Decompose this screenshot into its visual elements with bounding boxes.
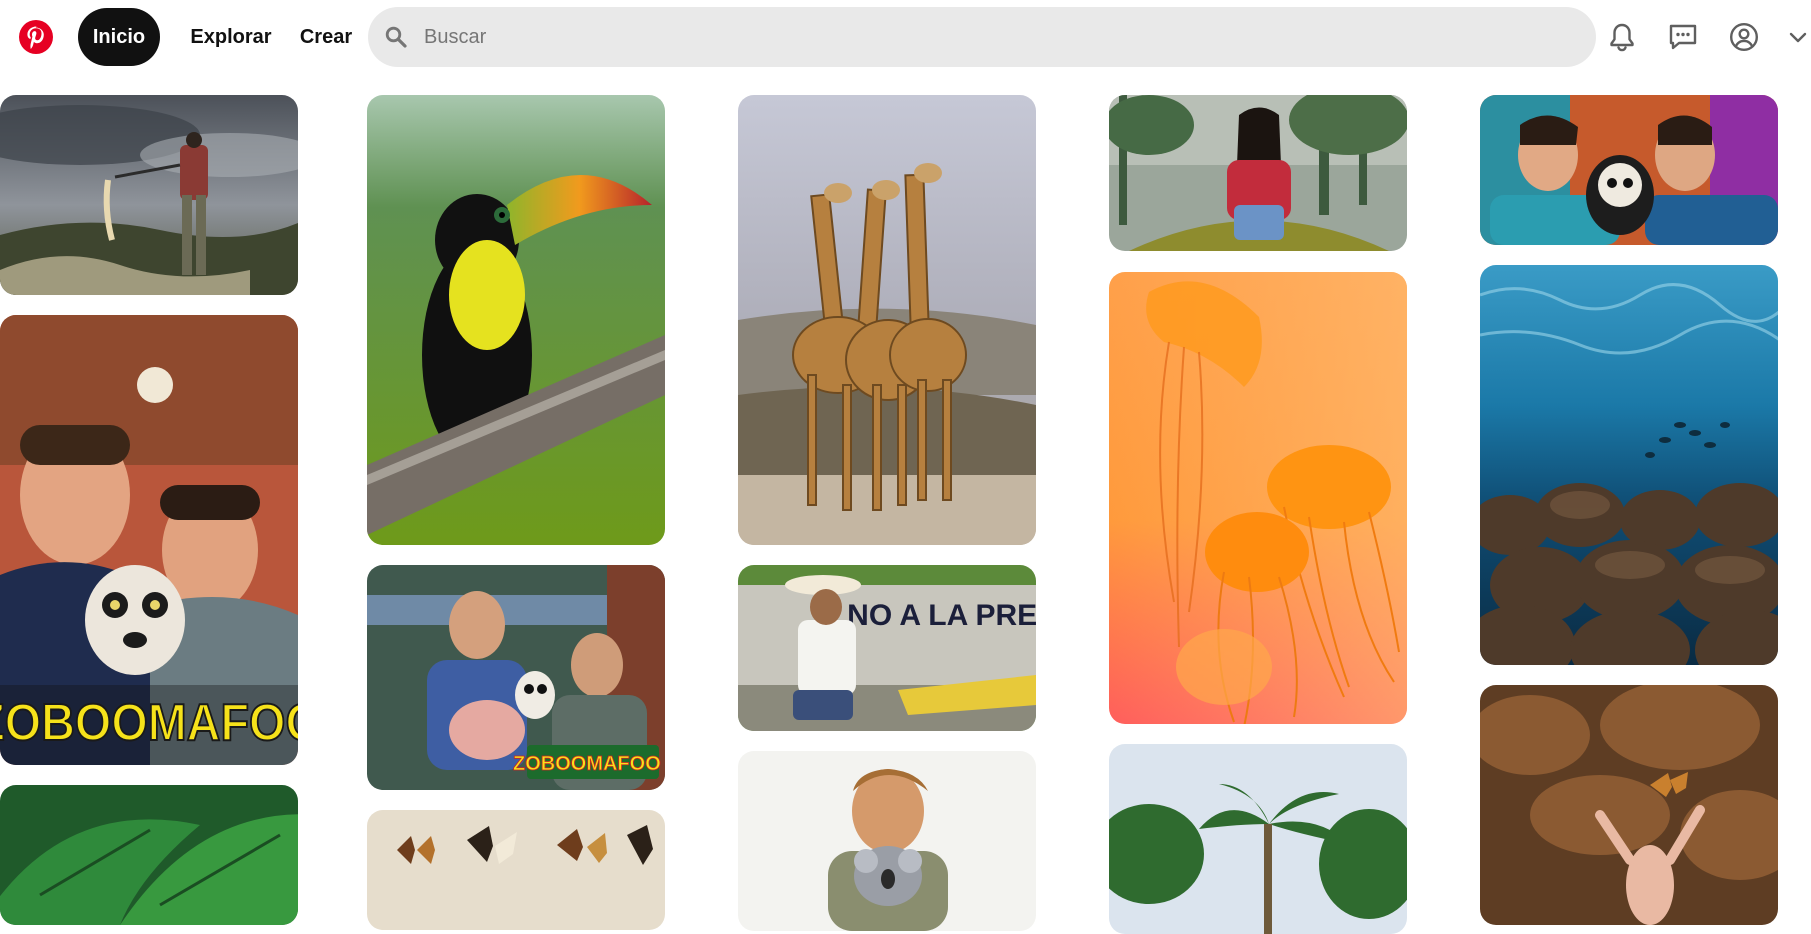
search-bar[interactable] [368, 7, 1596, 67]
pinterest-logo-icon[interactable] [18, 19, 54, 55]
pin-image [0, 95, 298, 295]
pin-butterflies[interactable] [367, 810, 665, 930]
pin-image [738, 95, 1036, 545]
pin-image [0, 785, 298, 925]
pin-image [738, 751, 1036, 931]
pin-palm-trees[interactable] [1109, 744, 1407, 934]
pin-monstera-leaf[interactable] [0, 785, 298, 925]
pin-protest-sign[interactable]: NO A LA PRESA [738, 565, 1036, 731]
search-input[interactable] [424, 7, 1564, 67]
pin-image [1480, 685, 1778, 925]
zoboomafoo-logo-text: ZOBOOMAFOO ! [513, 753, 665, 775]
pin-image: ZOBOOMAFOO [0, 315, 298, 765]
profile-avatar-icon[interactable] [1726, 19, 1762, 55]
notifications-bell-icon[interactable] [1604, 19, 1640, 55]
pin-jellyfish[interactable] [1109, 272, 1407, 724]
pin-toucan[interactable] [367, 95, 665, 545]
nav-create-button[interactable]: Crear [292, 8, 360, 66]
pin-image [1109, 272, 1407, 724]
protest-sign-text: NO A LA PRESA [847, 599, 1036, 632]
pin-zoboomafoo-hosts[interactable]: ZOBOOMAFOO ! [367, 565, 665, 790]
top-navigation-bar: Inicio Explorar Crear [0, 0, 1811, 74]
pin-image: NO A LA PRESA [738, 565, 1036, 731]
pin-zoboomafoo-poster[interactable]: ZOBOOMAFOO [0, 315, 298, 765]
pin-monarch-forest[interactable] [1480, 685, 1778, 925]
pin-man-with-koala[interactable] [738, 751, 1036, 931]
chevron-down-icon[interactable] [1786, 19, 1810, 55]
pin-image: ZOBOOMAFOO ! [367, 565, 665, 790]
nav-explore-button[interactable]: Explorar [180, 8, 282, 66]
pin-image [1109, 95, 1407, 251]
zoboomafoo-title-text: ZOBOOMAFOO [0, 694, 298, 752]
pin-zoboomafoo-brothers[interactable] [1480, 95, 1778, 245]
pin-image [1480, 95, 1778, 245]
pin-mountain-performer[interactable] [0, 95, 298, 295]
pin-image [367, 810, 665, 930]
pin-giraffes[interactable] [738, 95, 1036, 545]
pin-image [1480, 265, 1778, 665]
pin-image [1109, 744, 1407, 934]
pin-image [367, 95, 665, 545]
messages-chat-icon[interactable] [1665, 19, 1701, 55]
nav-home-button[interactable]: Inicio [78, 8, 160, 66]
pin-woman-forest[interactable] [1109, 95, 1407, 251]
pin-underwater-reef[interactable] [1480, 265, 1778, 665]
search-icon [385, 26, 407, 48]
